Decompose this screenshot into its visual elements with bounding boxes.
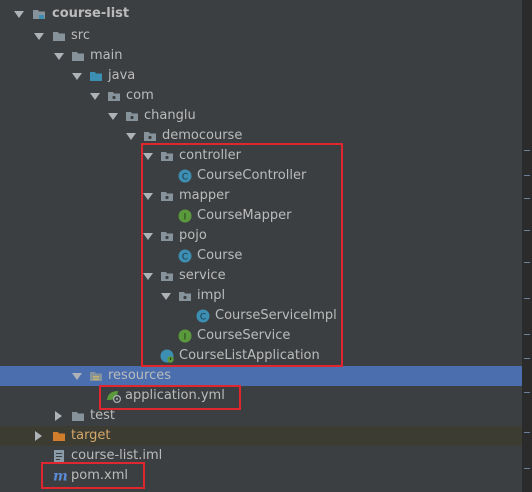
tree-item-course-service[interactable]: I CourseService <box>0 326 522 346</box>
expand-arrow-icon[interactable] <box>90 93 100 100</box>
expand-arrow-icon[interactable] <box>143 153 153 160</box>
tree-item-com[interactable]: com <box>0 86 522 106</box>
interface-icon: I <box>178 329 192 343</box>
tree-label: com <box>126 88 154 103</box>
expand-arrow-icon[interactable] <box>72 373 82 380</box>
package-icon <box>107 89 121 103</box>
folder-icon <box>71 409 85 423</box>
class-icon: C <box>178 249 192 263</box>
svg-text:C: C <box>182 253 188 263</box>
tree-item-resources[interactable]: resources <box>0 366 522 386</box>
tree-item-mapper[interactable]: mapper <box>0 186 522 206</box>
tree-item-course-mapper[interactable]: I CourseMapper <box>0 206 522 226</box>
tree-label: impl <box>197 288 226 303</box>
tree-item-test[interactable]: test <box>0 406 522 426</box>
tree-label: CourseMapper <box>197 208 292 223</box>
spring-boot-class-icon <box>160 349 174 363</box>
svg-text:C: C <box>200 313 206 323</box>
tree-item-target[interactable]: target <box>0 426 522 446</box>
package-icon <box>143 129 157 143</box>
maven-icon: m <box>52 469 68 485</box>
expand-arrow-icon[interactable] <box>34 33 44 40</box>
package-icon <box>125 109 139 123</box>
spring-config-file-icon <box>106 389 122 404</box>
tree-label: test <box>90 408 115 423</box>
expand-arrow-icon[interactable] <box>54 53 64 60</box>
tree-label: democourse <box>162 128 243 143</box>
source-root-folder-icon <box>89 69 103 83</box>
tree-item-course-controller[interactable]: C CourseController <box>0 166 522 186</box>
tree-label: target <box>71 428 111 443</box>
tree-item-pojo[interactable]: pojo <box>0 226 522 246</box>
svg-text:I: I <box>184 213 187 223</box>
tree-label: CourseListApplication <box>179 348 320 363</box>
tree-item-changlu[interactable]: changlu <box>0 106 522 126</box>
expand-arrow-icon[interactable] <box>72 73 82 80</box>
svg-text:m: m <box>53 469 68 483</box>
expand-arrow-icon[interactable] <box>108 113 118 120</box>
tree-label: controller <box>179 148 242 163</box>
expand-arrow-icon[interactable] <box>143 273 153 280</box>
class-icon: C <box>196 309 210 323</box>
tree-label: pojo <box>179 228 207 243</box>
package-icon <box>160 189 174 203</box>
tree-label: main <box>90 48 123 63</box>
tree-item-application-yml[interactable]: application.yml <box>0 386 522 406</box>
tree-item-controller[interactable]: controller <box>0 146 522 166</box>
tree-label: java <box>108 68 136 83</box>
excluded-folder-icon <box>52 429 66 443</box>
tree-item-src[interactable]: src <box>0 26 522 46</box>
tree-label: course-list <box>52 6 130 21</box>
folder-icon <box>52 29 66 43</box>
module-folder-icon <box>32 7 46 21</box>
expand-arrow-icon[interactable] <box>126 133 136 140</box>
package-icon <box>160 229 174 243</box>
tree-label: pom.xml <box>71 468 128 483</box>
expand-arrow-icon[interactable] <box>35 431 42 441</box>
tree-item-main[interactable]: main <box>0 46 522 66</box>
tree-label: changlu <box>144 108 196 123</box>
package-icon <box>160 149 174 163</box>
tree-item-course-service-impl[interactable]: C CourseServiceImpl <box>0 306 522 326</box>
expand-arrow-icon[interactable] <box>143 193 153 200</box>
tree-label: CourseService <box>197 328 291 343</box>
resources-folder-icon <box>89 369 103 383</box>
tree-label: mapper <box>179 188 230 203</box>
tree-item-pom-xml[interactable]: m pom.xml <box>0 466 522 486</box>
tree-item-democourse[interactable]: democourse <box>0 126 522 146</box>
tree-item-impl[interactable]: impl <box>0 286 522 306</box>
folder-icon <box>71 49 85 63</box>
package-icon <box>178 289 192 303</box>
svg-text:C: C <box>182 173 188 183</box>
tree-label: Course <box>197 248 243 263</box>
tree-item-course[interactable]: C Course <box>0 246 522 266</box>
tree-item-java[interactable]: java <box>0 66 522 86</box>
interface-icon: I <box>178 209 192 223</box>
expand-arrow-icon[interactable] <box>161 293 171 300</box>
project-tree: course-list src main java com changlu de… <box>0 0 522 492</box>
tree-label: src <box>71 28 90 43</box>
editor-gutter <box>522 0 532 492</box>
tree-label: course-list.iml <box>71 448 163 463</box>
expand-arrow-icon[interactable] <box>14 11 24 18</box>
tree-label: service <box>179 268 226 283</box>
tree-label: CourseController <box>197 168 307 183</box>
tree-item-service[interactable]: service <box>0 266 522 286</box>
tree-label: application.yml <box>125 388 225 403</box>
class-icon: C <box>178 169 192 183</box>
svg-text:I: I <box>184 333 187 343</box>
package-icon <box>160 269 174 283</box>
tree-label: CourseServiceImpl <box>215 308 337 323</box>
tree-item-iml[interactable]: course-list.iml <box>0 446 522 466</box>
expand-arrow-icon[interactable] <box>55 411 62 421</box>
tree-item-course-list-application[interactable]: CourseListApplication <box>0 346 522 366</box>
iml-file-icon <box>52 449 66 463</box>
tree-label: resources <box>108 368 172 383</box>
tree-item-course-list[interactable]: course-list <box>0 4 522 24</box>
expand-arrow-icon[interactable] <box>143 233 153 240</box>
